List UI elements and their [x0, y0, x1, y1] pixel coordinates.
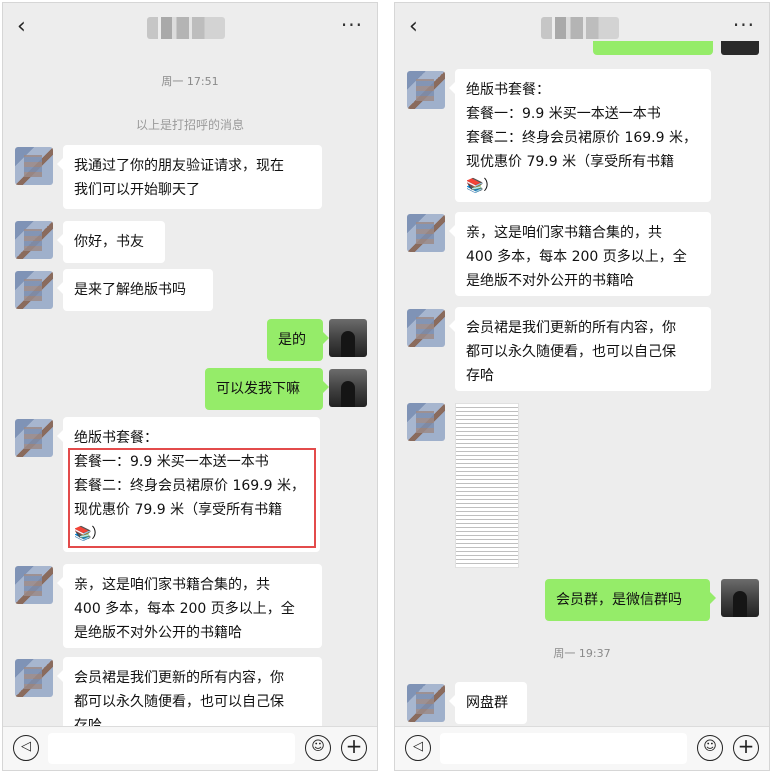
contact-avatar[interactable]	[407, 71, 445, 109]
contact-avatar[interactable]	[15, 221, 53, 259]
message-input[interactable]	[440, 733, 687, 764]
input-bar: ◁ ☺ +	[3, 726, 377, 770]
plus-icon[interactable]: +	[341, 735, 367, 761]
contact-avatar[interactable]	[15, 147, 53, 185]
contact-avatar[interactable]	[407, 684, 445, 722]
incoming-message[interactable]: 亲，这是咱们家书籍合集的，共 400 多本，每本 200 页多以上，全 是绝版不…	[449, 212, 711, 296]
input-bar: ◁ ☺ +	[395, 726, 769, 770]
incoming-message[interactable]: 是来了解绝版书吗	[57, 269, 213, 311]
contact-avatar[interactable]	[407, 309, 445, 347]
incoming-message-package[interactable]: 绝版书套餐： 套餐一：9.9 米买一本送一本书 套餐二：终身会员裙原价 169.…	[449, 69, 711, 202]
incoming-message[interactable]: 会员裙是我们更新的所有内容，你 都可以永久随便看，也可以自己保 存哈	[449, 307, 711, 391]
contact-name-blurred	[541, 17, 619, 39]
my-avatar[interactable]	[329, 369, 367, 407]
incoming-message[interactable]: 你好，书友	[57, 221, 165, 263]
plus-icon[interactable]: +	[733, 735, 759, 761]
incoming-message[interactable]: 我通过了你的朋友验证请求，现在 我们可以开始聊天了	[57, 145, 322, 209]
incoming-message[interactable]: 网盘群	[449, 682, 527, 724]
back-icon[interactable]: ‹	[409, 15, 427, 39]
outgoing-message[interactable]: 是的	[267, 319, 329, 361]
my-avatar[interactable]	[329, 319, 367, 357]
outgoing-message[interactable]: 可以发我下嘛	[205, 368, 329, 410]
red-highlight-box	[68, 448, 316, 548]
contact-avatar[interactable]	[15, 419, 53, 457]
emoji-icon[interactable]: ☺	[697, 735, 723, 761]
outgoing-message[interactable]: 会员群，是微信群吗	[545, 579, 716, 621]
voice-icon[interactable]: ◁	[13, 735, 39, 761]
top-bar: ‹ ···	[3, 3, 377, 53]
timestamp: 周一 19:37	[553, 647, 611, 660]
book-list-image[interactable]	[455, 403, 519, 568]
outgoing-message-cut[interactable]	[593, 41, 713, 55]
my-avatar[interactable]	[721, 579, 759, 617]
contact-avatar[interactable]	[407, 214, 445, 252]
more-icon[interactable]: ···	[733, 13, 755, 37]
contact-name-blurred	[147, 17, 225, 39]
voice-icon[interactable]: ◁	[405, 735, 431, 761]
timestamp: 周一 17:51	[161, 75, 219, 88]
chat-screen-left: ‹ ··· 周一 17:51 以上是打招呼的消息 我通过了你的朋友验证请求，现在…	[2, 2, 378, 771]
back-icon[interactable]: ‹	[17, 15, 35, 39]
contact-avatar[interactable]	[407, 403, 445, 441]
emoji-icon[interactable]: ☺	[305, 735, 331, 761]
system-message: 以上是打招呼的消息	[135, 118, 244, 132]
chat-screen-right: ‹ ··· 绝版书套餐： 套餐一：9.9 米买一本送一本书 套餐二：终身会员裙原…	[394, 2, 770, 771]
incoming-message[interactable]: 亲，这是咱们家书籍合集的，共 400 多本，每本 200 页多以上，全 是绝版不…	[57, 564, 322, 648]
contact-avatar[interactable]	[15, 566, 53, 604]
contact-avatar[interactable]	[15, 659, 53, 697]
message-input[interactable]	[48, 733, 295, 764]
contact-avatar[interactable]	[15, 271, 53, 309]
more-icon[interactable]: ···	[341, 13, 363, 37]
my-avatar-cut[interactable]	[721, 41, 759, 55]
